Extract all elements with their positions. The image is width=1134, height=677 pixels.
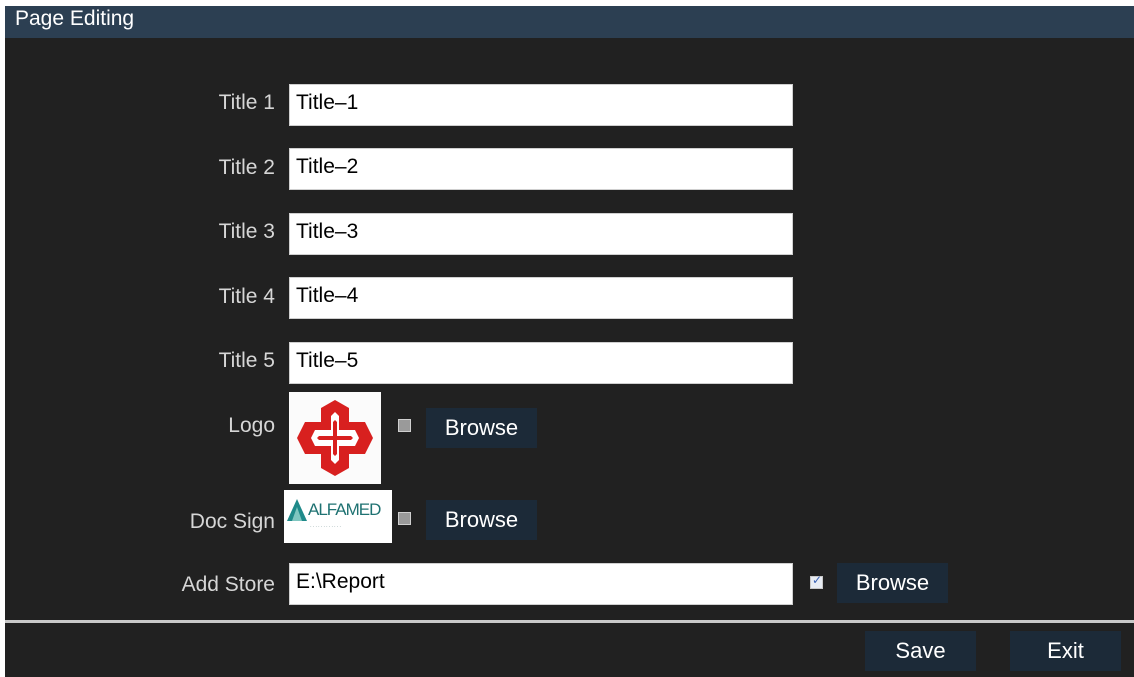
doc-sign-subtext: ············	[310, 524, 342, 530]
alfamed-mark-icon	[287, 499, 307, 521]
logo-browse-button[interactable]: Browse	[426, 408, 537, 448]
add-store-input[interactable]: E:\Report	[289, 563, 793, 605]
doc-sign-checkbox[interactable]	[398, 512, 411, 525]
logo-checkbox[interactable]	[398, 419, 411, 432]
title-2-label: Title 2	[218, 156, 275, 179]
title-4-input[interactable]: Title–4	[289, 277, 793, 319]
logo-label: Logo	[228, 414, 275, 437]
doc-sign-text: ALFAMED	[308, 500, 381, 519]
title-3-label: Title 3	[218, 220, 275, 243]
logo-image	[289, 392, 381, 484]
window-title: Page Editing	[15, 7, 135, 30]
doc-sign-browse-button[interactable]: Browse	[426, 500, 537, 540]
title-5-input[interactable]: Title–5	[289, 342, 793, 384]
red-cross-logo-icon	[297, 400, 373, 476]
title-4-label: Title 4	[218, 285, 275, 308]
add-store-label: Add Store	[181, 573, 275, 596]
add-store-checkbox[interactable]	[810, 573, 823, 589]
title-bar: Page Editing	[5, 6, 1134, 38]
title-5-label: Title 5	[218, 349, 275, 372]
title-3-input[interactable]: Title–3	[289, 213, 793, 255]
title-1-label: Title 1	[218, 91, 275, 114]
add-store-browse-button[interactable]: Browse	[837, 563, 948, 603]
doc-sign-label: Doc Sign	[189, 510, 275, 533]
title-2-input[interactable]: Title–2	[289, 148, 793, 190]
save-button[interactable]: Save	[865, 631, 976, 671]
doc-sign-image: ALFAMED ············	[284, 490, 392, 543]
footer-divider	[5, 620, 1134, 623]
page-editing-window: Page Editing Title 1 Title–1 Title 2 Tit…	[5, 6, 1134, 677]
title-1-input[interactable]: Title–1	[289, 84, 793, 126]
exit-button[interactable]: Exit	[1010, 631, 1121, 671]
